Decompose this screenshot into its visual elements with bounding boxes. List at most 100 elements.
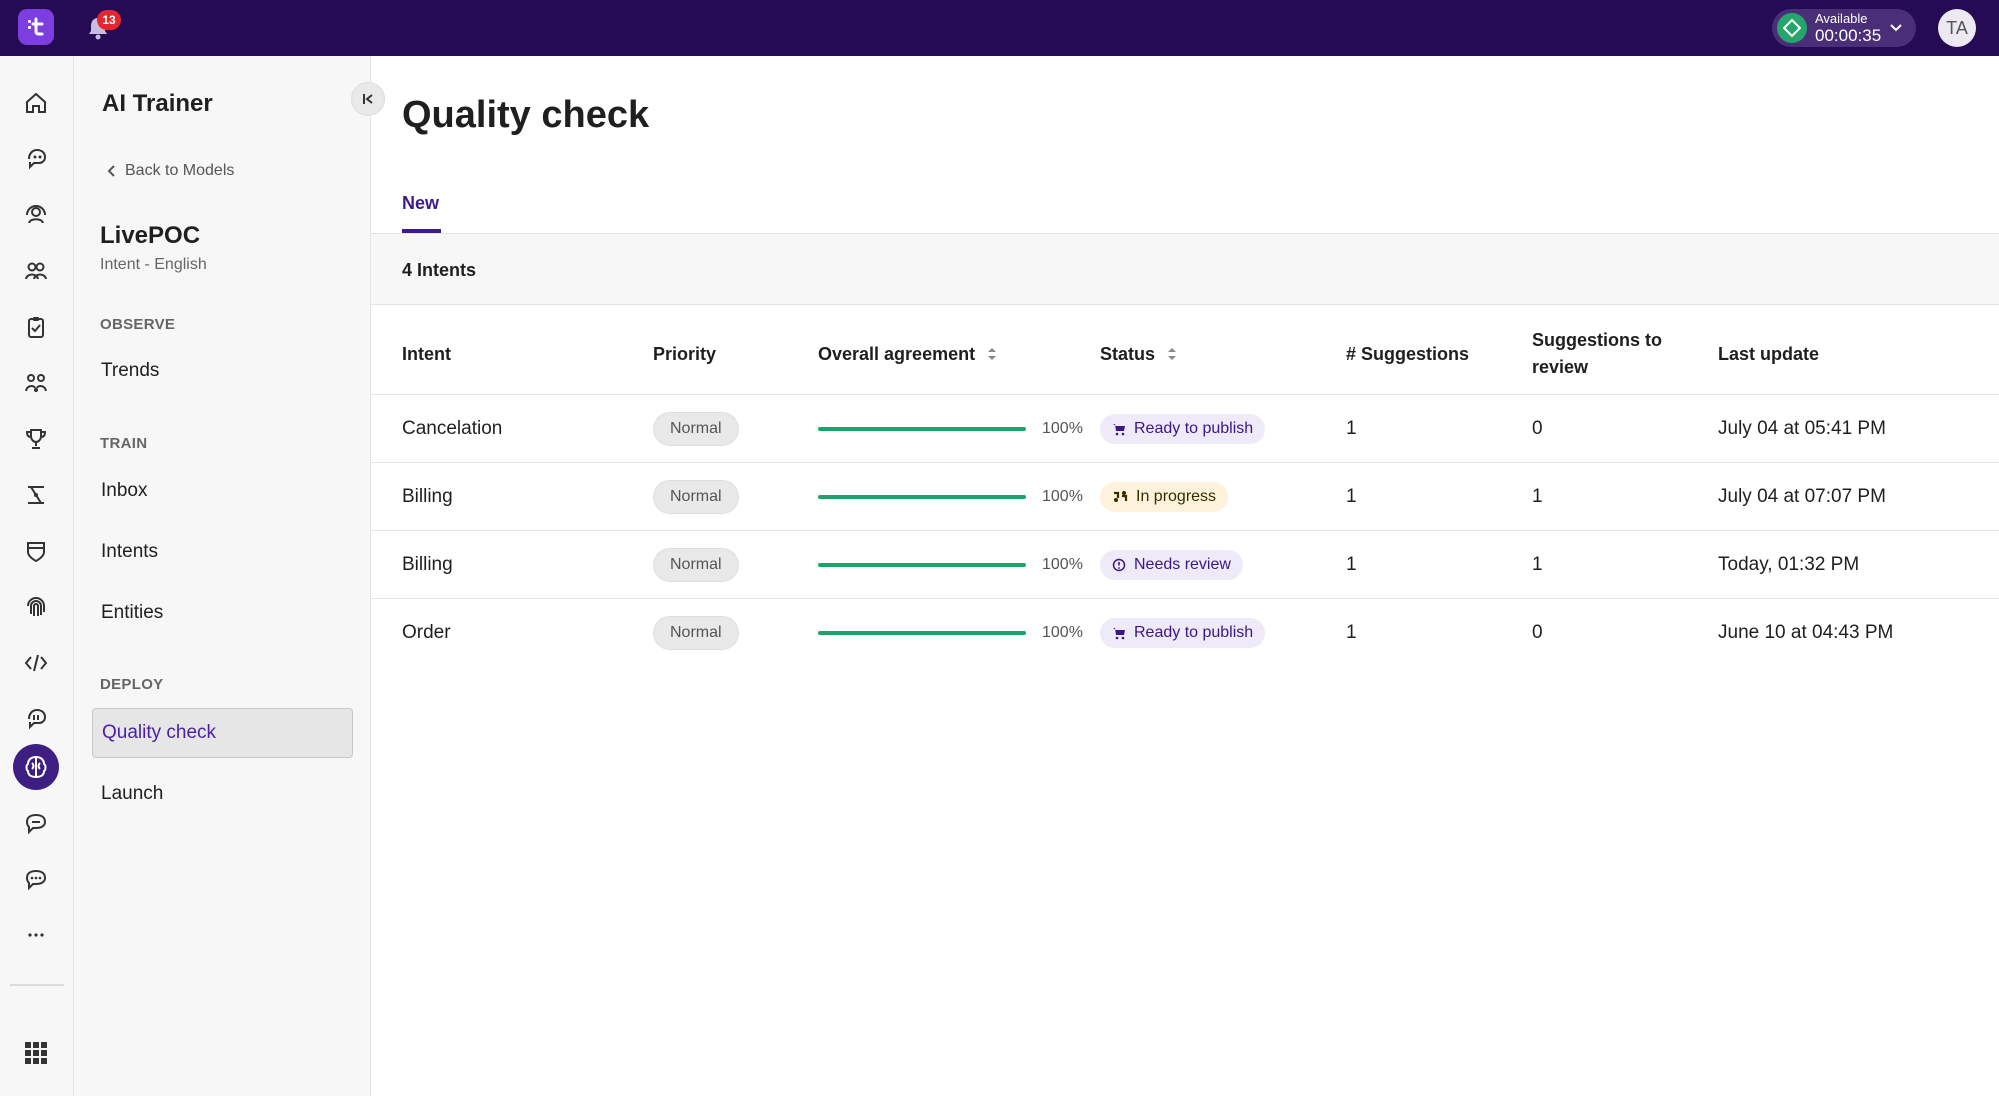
alert-circle-icon	[1112, 558, 1126, 572]
rail-chatbots[interactable]	[13, 136, 59, 182]
intent-name: Billing	[402, 486, 453, 507]
code-icon	[24, 654, 48, 672]
column-header-status[interactable]: Status	[1100, 314, 1177, 394]
sidebar-item-quality-check[interactable]: Quality check	[92, 708, 353, 758]
to-review-count: 1	[1532, 486, 1543, 507]
priority-badge: Normal	[653, 412, 739, 446]
workflow-icon	[28, 486, 44, 504]
intents-count-bar: 4 Intents	[371, 234, 1999, 305]
chat-icon	[25, 869, 47, 891]
intents-count: 4 Intents	[402, 260, 477, 280]
status-label: Ready to publish	[1134, 420, 1254, 437]
rail-goals[interactable]	[13, 416, 59, 462]
rail-conversations[interactable]	[13, 800, 59, 846]
home-icon	[26, 92, 46, 113]
status-label: Needs review	[1134, 556, 1231, 573]
to-review-count: 0	[1532, 622, 1543, 643]
column-header-priority: Priority	[653, 343, 717, 364]
clipboard-check-icon	[28, 317, 44, 338]
sidebar-item-trends[interactable]: Trends	[92, 346, 353, 396]
status-label: Ready to publish	[1134, 624, 1254, 641]
column-header-to-review-line1: Suggestions to	[1532, 330, 1662, 350]
status-badge: Ready to publish	[1100, 618, 1266, 648]
sidebar-item-intents[interactable]: Intents	[92, 527, 353, 577]
suggestions-count: 1	[1346, 418, 1357, 439]
app-logo[interactable]	[18, 9, 54, 45]
agreement-percent: 100%	[1042, 488, 1083, 505]
to-review-count: 0	[1532, 418, 1543, 439]
suggestions-count: 1	[1346, 486, 1357, 507]
rail-team[interactable]	[13, 248, 59, 294]
integration-icon	[28, 708, 47, 730]
section-train: TRAIN	[100, 435, 148, 452]
availability-status-selector[interactable]: Available 00:00:35	[1772, 9, 1916, 47]
rail-integrations[interactable]	[13, 696, 59, 742]
notification-count-badge: 13	[97, 10, 121, 30]
column-header-intent: Intent	[402, 343, 451, 364]
back-to-models-link[interactable]: Back to Models	[107, 162, 234, 180]
rail-activity[interactable]	[13, 360, 59, 406]
sidebar-item-launch[interactable]: Launch	[92, 769, 353, 819]
table-row[interactable]: Cancelation Normal 100% Ready to publish…	[371, 394, 1999, 462]
apps-grid-icon	[25, 1042, 47, 1064]
rail-identity[interactable]	[13, 584, 59, 630]
sidebar-item-inbox[interactable]: Inbox	[92, 466, 353, 516]
rail-home[interactable]	[13, 80, 59, 126]
table-row[interactable]: Billing Normal 100% In progress 1 1 July…	[371, 462, 1999, 530]
collapse-left-icon	[363, 94, 373, 104]
table-row[interactable]: Billing Normal 100% Needs review 1 1 Tod…	[371, 530, 1999, 598]
sidebar-item-entities[interactable]: Entities	[92, 588, 353, 638]
table-row[interactable]: Order Normal 100% Ready to publish 1 0 J…	[371, 598, 1999, 666]
rail-agents[interactable]	[13, 192, 59, 238]
column-header-agreement[interactable]: Overall agreement	[818, 314, 997, 394]
rail-apps[interactable]	[13, 1030, 59, 1076]
column-header-to-review-line2: review	[1532, 357, 1589, 377]
ai-trainer-sidebar: AI Trainer Back to Models LivePOC Intent…	[74, 56, 371, 1096]
rail-workflows[interactable]	[13, 472, 59, 518]
main-content: Quality check New 4 Intents Intent Prior…	[371, 56, 1999, 1096]
agreement-bar	[818, 495, 1026, 499]
priority-badge: Normal	[653, 480, 739, 514]
fingerprint-icon	[27, 597, 45, 616]
intent-name: Order	[402, 622, 451, 643]
user-avatar[interactable]: TA	[1938, 9, 1976, 47]
in-progress-icon	[1114, 491, 1128, 502]
suggestions-count: 1	[1346, 622, 1357, 643]
status-label: Available	[1815, 11, 1868, 26]
status-label: In progress	[1136, 488, 1217, 505]
tab-new[interactable]: New	[402, 193, 439, 214]
sidebar-title: AI Trainer	[102, 90, 213, 117]
sort-icon	[1168, 348, 1177, 360]
agreement-percent: 100%	[1042, 420, 1083, 437]
cart-icon	[1113, 628, 1125, 640]
intent-name: Cancelation	[402, 418, 503, 439]
team-icon	[25, 262, 47, 280]
to-review-count: 1	[1532, 554, 1543, 575]
rail-ai-trainer[interactable]	[13, 744, 59, 790]
agreement-percent: 100%	[1042, 556, 1083, 573]
column-header-suggestions: # Suggestions	[1346, 343, 1470, 364]
column-header-status-label: Status	[1100, 343, 1156, 364]
agent-icon	[26, 205, 46, 224]
chat-bot-icon	[28, 148, 47, 170]
more-icon	[28, 933, 44, 937]
available-status-icon	[1777, 13, 1807, 43]
logo-icon	[28, 17, 44, 36]
ai-brain-icon	[25, 755, 47, 779]
rail-developer[interactable]	[13, 640, 59, 686]
trophy-icon	[25, 429, 47, 449]
collapse-sidebar-button[interactable]	[351, 82, 385, 116]
top-bar: 13 Available 00:00:35 TA	[0, 0, 1999, 56]
rail-tasks[interactable]	[13, 304, 59, 350]
last-update: Today, 01:32 PM	[1718, 554, 1860, 575]
rail-more[interactable]	[13, 912, 59, 958]
rail-chats[interactable]	[13, 856, 59, 902]
last-update: July 04 at 05:41 PM	[1718, 418, 1886, 439]
status-badge: Ready to publish	[1100, 414, 1266, 444]
model-subtitle: Intent - English	[100, 256, 207, 273]
rail-security[interactable]	[13, 528, 59, 574]
status-badge: Needs review	[1100, 550, 1243, 580]
rail-divider	[10, 984, 64, 986]
column-header-suggestions-to-review: Suggestions to review	[1532, 314, 1662, 394]
priority-badge: Normal	[653, 616, 739, 650]
